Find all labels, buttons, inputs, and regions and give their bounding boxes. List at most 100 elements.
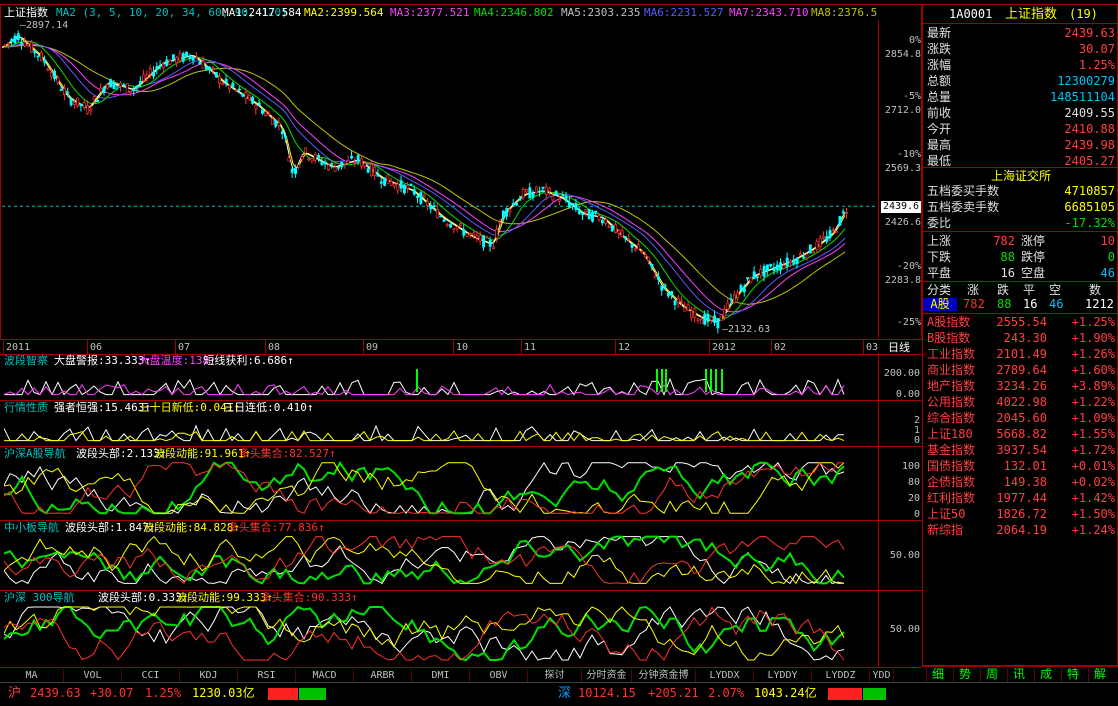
index-row[interactable]: B股指数 243.30 +1.90% [923, 331, 1118, 347]
candle-body [105, 84, 109, 89]
indicator-line [4, 383, 845, 396]
indicator-tab-lyddz[interactable]: LYDDZ [812, 669, 870, 682]
right-tab-6[interactable]: 解 [1088, 666, 1111, 682]
candle-body [10, 39, 14, 42]
quote-label: 前收 [927, 106, 952, 120]
indicator-panel[interactable]: 沪深A股导航 波段头部:2.133↑ 波段动能:91.961↑ 多头集合:82.527… [0, 446, 922, 521]
indicator-tab-vol[interactable]: VOL [64, 669, 122, 682]
candle-body [686, 304, 690, 311]
indicator-scale: 210 [878, 400, 923, 446]
right-tab-1[interactable]: 势 [953, 666, 976, 682]
indicator-tab-cci[interactable]: CCI [122, 669, 180, 682]
indicator-value: 三日连低:0.410↑ [223, 401, 314, 414]
candle-body [46, 69, 50, 71]
candlestick-chart[interactable]: —2897.14 —2132.63 [2, 20, 878, 338]
candle-body [716, 318, 720, 329]
order-row: 五档委卖手数 6685105 [923, 199, 1118, 215]
indicator-tab-rsi[interactable]: RSI [238, 669, 296, 682]
status-bar: 沪 2439.63 +30.07 1.25% 1230.03亿 深 10124.… [0, 682, 1118, 706]
candle-body [501, 210, 505, 218]
sz-mark: 深 [558, 686, 572, 701]
index-row[interactable]: 工业指数 2101.49 +1.26% [923, 347, 1118, 363]
right-tab-3[interactable]: 讯 [1007, 666, 1030, 682]
indicator-line [4, 424, 845, 442]
candle-body [30, 41, 33, 53]
index-row[interactable]: A股指数 2555.54 +1.25% [923, 315, 1118, 331]
candle-body [284, 135, 288, 138]
candle-body [472, 232, 476, 236]
candle-body [795, 257, 799, 265]
index-row[interactable]: 商业指数 2789.64 +1.60% [923, 363, 1118, 379]
candle-body [746, 277, 750, 280]
candle-body [521, 188, 525, 199]
candle-body [59, 89, 63, 91]
indicator-panel[interactable]: 中小板导航 波段头部:1.847↑ 波段动能:84.828↑ 多头集合:77.836↑… [0, 520, 922, 591]
indicator-tab-kdj[interactable]: KDJ [180, 669, 238, 682]
candle-body [82, 102, 86, 108]
candle-body [63, 88, 66, 95]
sh-price: 2439.63 [30, 686, 81, 700]
indicator-value: 短线获利:6.686↑ [203, 354, 294, 367]
index-row[interactable]: 地产指数 3234.26 +3.89% [923, 379, 1118, 395]
index-row[interactable]: 新综指 2064.19 +1.24% [923, 523, 1118, 539]
index-row[interactable]: 上证180 5668.82 +1.55% [923, 427, 1118, 443]
candle-body [488, 240, 492, 247]
class-row[interactable]: A股 782 88 16 46 1212 [923, 297, 1118, 313]
indicator-tab-obv[interactable]: OBV [470, 669, 528, 682]
candle-body [148, 68, 152, 75]
right-tab-5[interactable]: 特 [1061, 666, 1084, 682]
right-tab-2[interactable]: 周 [980, 666, 1003, 682]
candle-body [218, 75, 222, 84]
candle-body [373, 166, 377, 176]
index-price: 4022.98 [996, 395, 1047, 409]
indicator-tab-ma[interactable]: MA [0, 669, 64, 682]
index-row[interactable]: 公用指数 4022.98 +1.22% [923, 395, 1118, 411]
candle-body [482, 235, 486, 248]
candle-body [353, 161, 357, 164]
indicator-tab-分时资金博[interactable]: 分时资金博 [582, 669, 632, 694]
indicator-tab-lyddy[interactable]: LYDDY [754, 669, 812, 682]
candle-body [142, 74, 146, 82]
indicator-tab-macd[interactable]: MACD [296, 669, 354, 682]
candle-body [181, 53, 185, 62]
index-row[interactable]: 红利指数 1977.44 +1.42% [923, 491, 1118, 507]
candle-body [303, 147, 307, 154]
indicator-tab-arbr[interactable]: ARBR [354, 669, 412, 682]
indicator-tab-lyddx[interactable]: LYDDX [696, 669, 754, 682]
candle-body [825, 236, 829, 242]
quote-row: 涨跌 30.07 [923, 41, 1118, 57]
candle-body [706, 313, 710, 322]
index-row[interactable]: 上证50 1826.72 +1.50% [923, 507, 1118, 523]
indicator-tab-ydd[interactable]: YDD [870, 669, 894, 682]
candle-body [699, 319, 703, 324]
indicator-tab-dmi[interactable]: DMI [412, 669, 470, 682]
index-row[interactable]: 企债指数 149.38 +0.02% [923, 475, 1118, 491]
index-row[interactable]: 综合指数 2045.60 +1.09% [923, 411, 1118, 427]
candle-body [26, 43, 30, 47]
indicator-panel[interactable]: 行情性质 强者恒强:15.463↑ 三十日新低:0.041↑ 三日连低:0.410↑ 2… [0, 400, 922, 447]
candle-body [439, 215, 443, 218]
indicator-tab-探讨[interactable]: 探讨 [528, 669, 582, 682]
candle-body [617, 230, 621, 234]
index-row[interactable]: 基金指数 3937.54 +1.72% [923, 443, 1118, 459]
candle-body [775, 264, 779, 270]
right-tab-4[interactable]: 成 [1034, 666, 1057, 682]
right-tab-0[interactable]: 细 [926, 666, 949, 682]
candle-body [330, 163, 334, 165]
indicator-panel[interactable]: 沪深 300导航 波段头部:0.333↑ 波段动能:99.333↑ 多头集合:90.3… [0, 590, 922, 668]
divider [923, 231, 1118, 232]
candle-body [505, 208, 509, 217]
indicator-tab-分钟资金博[interactable]: 分钟资金博 [632, 669, 696, 682]
candle-body [749, 277, 753, 283]
candle-body [201, 60, 205, 69]
index-change: +1.09% [1071, 411, 1115, 425]
candle-body [280, 131, 284, 134]
indicator-scale: 50.00 [878, 590, 923, 667]
indicator-panel[interactable]: 波段智察 大盘警报:33.333↑ 大盘温度:138↑ 短线获利:6.686↑ 200.… [0, 353, 922, 401]
index-price: 2045.60 [996, 411, 1047, 425]
sz-breadth-bar [828, 688, 886, 700]
low-marker: —2132.63 [722, 324, 770, 335]
index-row[interactable]: 国债指数 132.01 +0.01% [923, 459, 1118, 475]
candle-body [350, 155, 354, 159]
candle-body [412, 189, 416, 195]
